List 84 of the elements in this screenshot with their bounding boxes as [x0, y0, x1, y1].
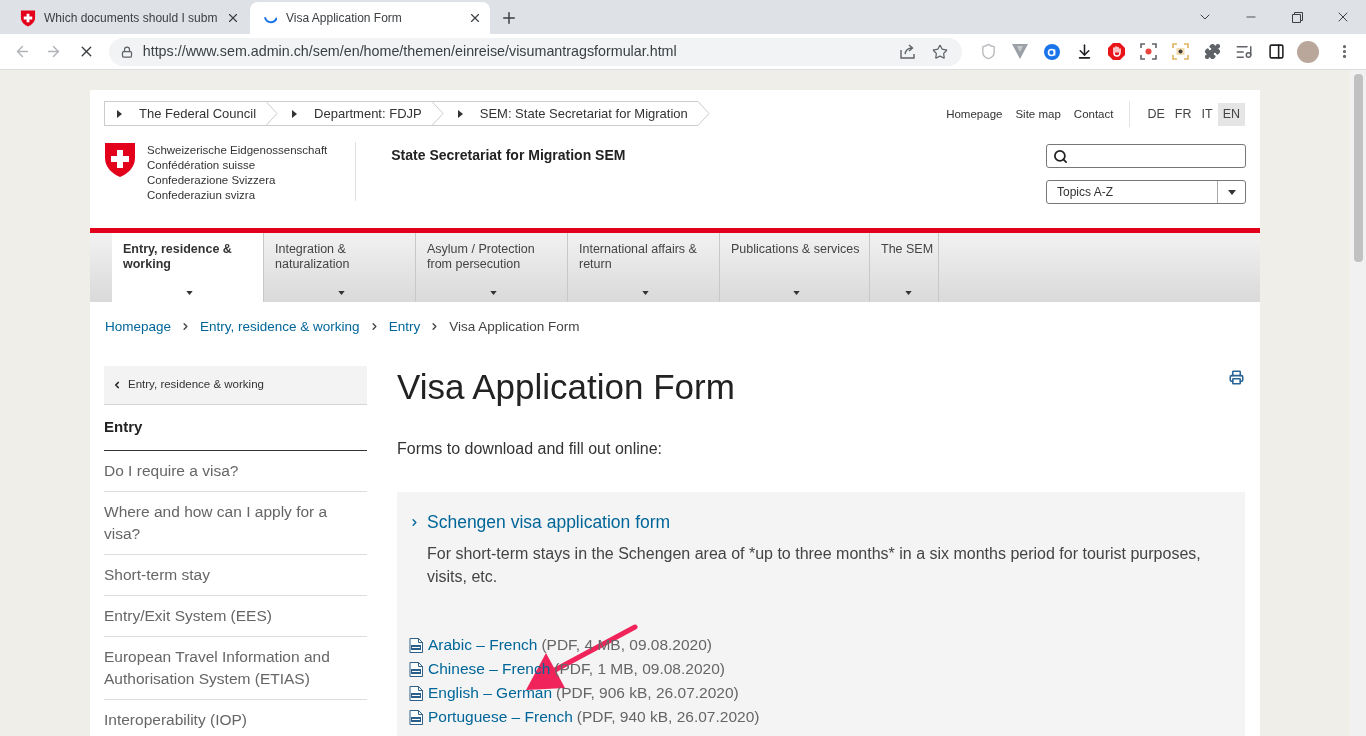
- page-title: Visa Application Form: [397, 366, 735, 408]
- language-link[interactable]: FR: [1169, 102, 1197, 126]
- print-icon[interactable]: [1229, 370, 1244, 385]
- chevron-right-icon: [409, 516, 420, 528]
- intro-text: Forms to download and fill out online:: [397, 439, 664, 459]
- sidebar-link[interactable]: Do I require a visa?: [104, 460, 355, 482]
- pdf-download-link[interactable]: English – German: [428, 681, 553, 705]
- current-page-text: Visa Application Form: [449, 318, 580, 335]
- swiss-shield-icon: [104, 142, 136, 178]
- language-link[interactable]: IT: [1196, 102, 1218, 126]
- site-title: State Secretariat for Migration SEM: [391, 146, 626, 165]
- caret-right-icon: [292, 109, 298, 118]
- v-logo-icon[interactable]: [1012, 44, 1028, 59]
- close-tab-icon[interactable]: [226, 11, 240, 25]
- pdf-download-link[interactable]: Arabic – French: [428, 633, 538, 657]
- file-info-text: (PDF, 906 kB, 26.07.2020): [556, 683, 739, 704]
- chevron-separator-icon: [431, 101, 444, 126]
- sidebar-link[interactable]: Entry/Exit System (EES): [104, 605, 355, 627]
- pdf-file-icon: [409, 637, 423, 653]
- browser-tab[interactable]: Visa Application Form: [250, 2, 490, 34]
- stop-hand-icon[interactable]: [1107, 43, 1125, 60]
- caret-right-icon: [457, 109, 463, 118]
- side-panel-icon[interactable]: [1267, 43, 1285, 60]
- nav-tab[interactable]: Publications & services: [720, 233, 870, 302]
- topics-select[interactable]: Topics A-Z: [1046, 180, 1246, 204]
- nav-tab[interactable]: International affairs & return: [568, 233, 720, 302]
- sidebar-back-link[interactable]: Entry, residence & working: [104, 366, 367, 405]
- language-link[interactable]: EN: [1217, 102, 1245, 126]
- extensions-puzzle-icon[interactable]: [1203, 43, 1221, 60]
- caret-down-icon: [641, 291, 649, 295]
- nav-tab[interactable]: Asylum / Protection from persecution: [416, 233, 568, 302]
- sidebar-link[interactable]: Where and how can I apply for a visa?: [104, 501, 355, 545]
- letter-a-circle-icon[interactable]: [1044, 43, 1060, 60]
- confederation-name-text: Confédération suisse: [147, 158, 257, 173]
- federal-breadcrumb-link[interactable]: SEM: State Secretariat for Migration: [443, 101, 698, 126]
- address-bar[interactable]: https://www.sem.admin.ch/sem/en/home/themen/einreise/visumantragsformular.html: [108, 37, 962, 66]
- sidebar-link[interactable]: Short-term stay: [104, 564, 355, 586]
- form-heading-link[interactable]: Schengen visa application form: [427, 511, 671, 533]
- scrollbar-thumb[interactable]: [1353, 74, 1363, 262]
- federal-breadcrumb-link[interactable]: The Federal Council: [104, 101, 267, 126]
- nav-tab[interactable]: Integration & naturalization: [264, 233, 416, 302]
- bookmark-star-icon[interactable]: [932, 43, 948, 60]
- service-link[interactable]: Site map: [1015, 105, 1061, 124]
- chevron-separator-icon: [266, 101, 279, 126]
- camera-frame-icon[interactable]: [1171, 43, 1189, 60]
- new-tab-icon[interactable]: [500, 9, 518, 27]
- search-field[interactable]: [1046, 144, 1246, 168]
- caret-right-icon: [117, 109, 122, 118]
- search-icon: [1053, 148, 1068, 164]
- share-icon[interactable]: [900, 44, 916, 59]
- nav-tab[interactable]: Entry, residence & working: [112, 233, 264, 302]
- lock-icon: [120, 45, 133, 58]
- record-frame-icon[interactable]: [1139, 43, 1157, 60]
- caret-down-icon: [792, 291, 800, 295]
- shield-cross-icon: [20, 9, 36, 27]
- form-description: For short-term stays in the Schengen area of *up to three months* in a six months period for tourist purposes, visits, etc.: [427, 544, 1202, 587]
- chevron-left-icon: [112, 380, 122, 390]
- pdf-file-icon: [409, 661, 423, 677]
- sidebar-section-title: Entry: [104, 417, 143, 438]
- service-link[interactable]: Homepage: [946, 105, 1003, 124]
- chevron-separator-icon: [697, 101, 710, 126]
- caret-down-icon: [185, 291, 193, 295]
- breadcrumb-link[interactable]: Homepage: [105, 318, 172, 335]
- nav-tab[interactable]: The SEM: [870, 233, 939, 302]
- service-link[interactable]: Contact: [1073, 105, 1114, 124]
- restore-icon[interactable]: [1291, 11, 1303, 23]
- language-link[interactable]: DE: [1142, 102, 1170, 126]
- confederation-name-text: Schweizerische Eidgenossenschaft: [147, 143, 328, 158]
- breadcrumb-link[interactable]: Entry, residence & working: [200, 318, 360, 335]
- file-info-text: (PDF, 940 kB, 26.07.2020): [576, 707, 760, 728]
- breadcrumb-link[interactable]: Entry: [388, 318, 421, 335]
- federal-breadcrumb-link[interactable]: Department: FDJP: [278, 101, 432, 126]
- caret-down-icon: [904, 291, 912, 295]
- caret-down-icon: [489, 291, 497, 295]
- pdf-file-icon: [409, 685, 423, 701]
- confederation-name-text: Confederazione Svizzera: [147, 173, 277, 188]
- close-tab-icon[interactable]: [468, 11, 482, 25]
- sidebar-link[interactable]: European Travel Information and Authorisation System (ETIAS): [104, 646, 355, 690]
- pdf-file-icon: [409, 709, 423, 725]
- sidebar-link[interactable]: Interoperability (IOP): [104, 709, 355, 731]
- caret-down-icon: [1227, 189, 1236, 195]
- caret-down-icon: [337, 291, 345, 295]
- pdf-download-link[interactable]: Portuguese – French: [428, 705, 573, 729]
- confederation-name-text: Confederaziun svizra: [147, 188, 257, 203]
